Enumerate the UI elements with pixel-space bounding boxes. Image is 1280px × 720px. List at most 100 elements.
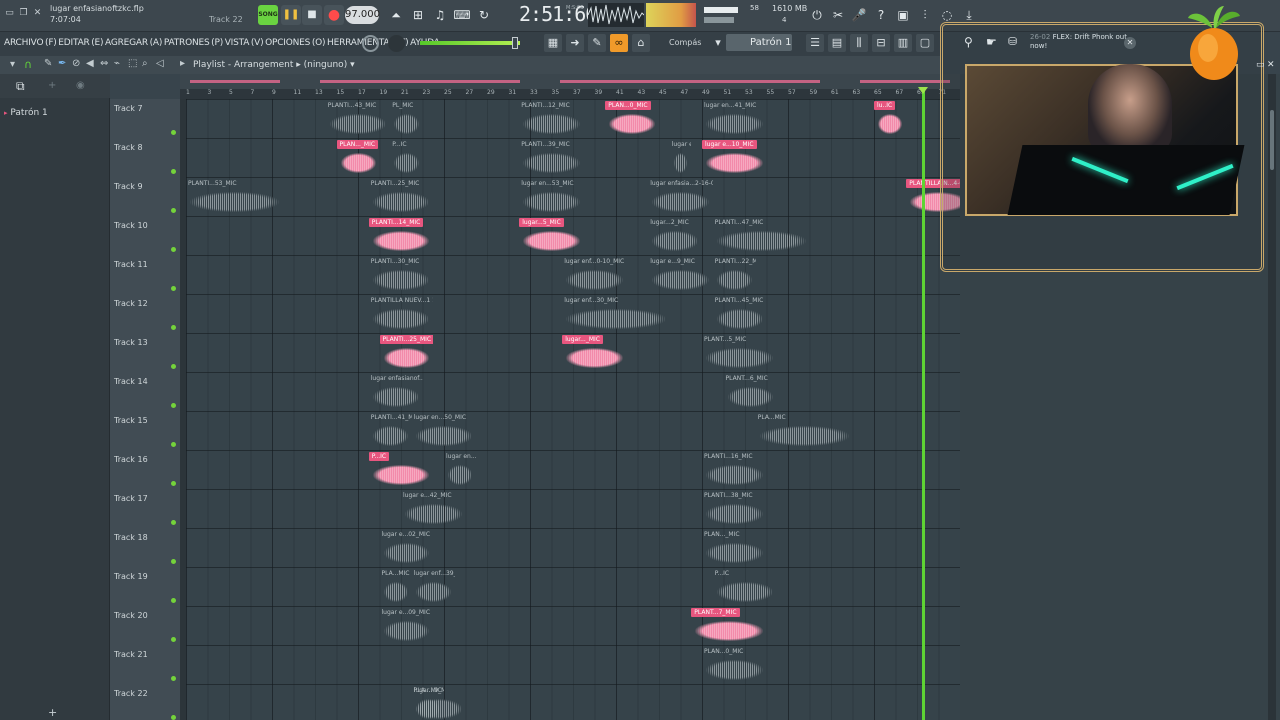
track-enable-led[interactable] (171, 559, 176, 564)
audio-clip[interactable]: PLAN...0_MIC (605, 101, 659, 137)
pencil-icon[interactable]: ✎ (588, 34, 606, 52)
menu-view[interactable]: VISTA (V) (225, 38, 264, 48)
plugin-icon[interactable]: ⊟ (872, 34, 890, 52)
track-enable-led[interactable] (171, 598, 176, 603)
microphone-icon[interactable]: 🎤 (850, 6, 868, 24)
audio-clip[interactable]: PLANTI...12_MIC (519, 101, 584, 137)
audio-clip[interactable]: lugar enf...2-13_MIC (670, 140, 691, 176)
record-icon[interactable]: ● (324, 5, 344, 25)
scrollbar-thumb[interactable] (1270, 110, 1274, 170)
power-icon[interactable]: ⏻ (808, 6, 826, 24)
track-name[interactable]: Track 17 (114, 494, 148, 503)
track-enable-led[interactable] (171, 364, 176, 369)
playlist-icon[interactable]: ☰ (806, 34, 824, 52)
track-name[interactable]: Track 22 (114, 689, 148, 698)
zoom-tool-icon[interactable]: ⌕ (142, 58, 148, 69)
arrow-right-icon[interactable]: ➜ (566, 34, 584, 52)
track-enable-led[interactable] (171, 637, 176, 642)
menu-file[interactable]: ARCHIVO (F) (4, 38, 57, 48)
arrangement-name[interactable]: (ninguno) (304, 60, 348, 70)
audio-clip[interactable]: lugar e...10_MIC (702, 140, 767, 176)
channel-rack-icon[interactable]: ▤ (828, 34, 846, 52)
playlist-maximize-icon[interactable]: ▭ (1256, 60, 1265, 70)
audio-clip[interactable]: lugar en...41_MIC (702, 101, 767, 137)
options-arrow-icon[interactable]: ▾ (10, 59, 15, 70)
playback-tool-icon[interactable]: ◁ (156, 58, 164, 69)
mixer-icon[interactable]: ⫶ (916, 6, 934, 24)
audio-clip[interactable]: PLANTI...25_MIC (379, 335, 434, 371)
audio-clip[interactable]: lugar e...42_MIC (401, 491, 466, 527)
paint-tool-icon[interactable]: ✒ (58, 58, 66, 69)
audio-clip[interactable]: P...IC (713, 569, 778, 605)
snap-select[interactable]: Compás (666, 35, 710, 51)
link-icon[interactable]: ∞ (610, 34, 628, 52)
track-enable-led[interactable] (171, 169, 176, 174)
audio-clip[interactable]: lugar e...02_MIC (380, 530, 434, 566)
audio-clip[interactable]: PLANTILLA NUEV...1 15-21-41_MIC (369, 296, 433, 332)
track-enable-led[interactable] (171, 442, 176, 447)
select-tool-icon[interactable]: ⬚ (128, 58, 137, 69)
audio-clip[interactable]: PL_MIC (390, 101, 422, 137)
audio-clip[interactable]: PLANTI...25_MIC (369, 179, 434, 215)
master-volume-knob[interactable] (388, 35, 405, 52)
draw-tool-icon[interactable]: ✎ (44, 58, 52, 69)
menu-options[interactable]: OPCIONES (O) (265, 38, 325, 48)
track-enable-led[interactable] (171, 676, 176, 681)
track-enable-led[interactable] (171, 403, 176, 408)
pattern-list-item[interactable]: ▸ Patrón 1 (4, 108, 108, 122)
menu-patterns[interactable]: PATRONES (P) (164, 38, 223, 48)
audio-clip[interactable]: lugar en...27_MIC (444, 452, 476, 488)
project-icon[interactable]: ▢ (916, 34, 934, 52)
track-name[interactable]: Track 11 (114, 260, 148, 269)
audio-clip[interactable]: PLANT...6_MIC (724, 374, 778, 410)
picker-pattern-icon[interactable]: + (48, 80, 56, 91)
menu-add[interactable]: AGREGAR (A) (105, 38, 162, 48)
mixer-view-icon[interactable]: ⫼ (850, 34, 868, 52)
audio-clip[interactable]: PLA...MIC (380, 569, 412, 605)
audio-clip[interactable]: lugar enf...30_MIC (562, 296, 670, 332)
audio-clip[interactable]: lugar en...53_MIC (519, 179, 584, 215)
audio-clip[interactable]: P...IC (368, 452, 434, 488)
master-volume-handle[interactable] (512, 37, 518, 49)
shop-icon[interactable]: ⛁ (1008, 35, 1017, 48)
browser-icon[interactable]: ▥ (894, 34, 912, 52)
audio-clip[interactable]: PLANTI...22_MIC (713, 257, 756, 293)
close-icon[interactable]: ✕ (32, 8, 43, 19)
loop-record-icon[interactable]: ↻ (475, 6, 493, 24)
minimize-icon[interactable]: ▭ (4, 8, 15, 19)
track-name[interactable]: Track 19 (114, 572, 148, 581)
track-name[interactable]: Track 14 (114, 377, 148, 386)
audio-clip[interactable]: lugar...2_MIC (648, 218, 702, 254)
track-name[interactable]: Track 10 (114, 221, 148, 230)
audio-clip[interactable]: lugar e...9_MIC (648, 257, 713, 293)
piano-roll-icon[interactable]: ▦ (544, 34, 562, 52)
track-name[interactable]: Track 12 (114, 299, 148, 308)
delete-tool-icon[interactable]: ⊘ (72, 58, 80, 69)
track-enable-led[interactable] (171, 481, 176, 486)
track-enable-led[interactable] (171, 247, 176, 252)
tempo-display[interactable]: 97.000 (345, 6, 380, 24)
track-enable-led[interactable] (171, 325, 176, 330)
track-enable-led[interactable] (171, 286, 176, 291)
tools-icon[interactable]: ✂ (829, 6, 847, 24)
track-name[interactable]: Track 20 (114, 611, 148, 620)
audio-clip[interactable]: PLAN...0_MIC (702, 647, 767, 683)
track-name[interactable]: Track 13 (114, 338, 148, 347)
audio-clip[interactable]: PLANTI...41_MIC (369, 413, 412, 449)
track-name[interactable]: Track 16 (114, 455, 148, 464)
audio-clip[interactable]: lugar e...09_MIC (380, 608, 434, 644)
audio-clip[interactable]: lugar..._MIC (562, 335, 627, 371)
picker-toggle-icon[interactable]: ⧉ (16, 79, 25, 94)
hint-icon[interactable]: ☛ (986, 35, 997, 49)
audio-clip[interactable]: PLANTI...14_MIC (368, 218, 434, 254)
pattern-selector[interactable]: Patrón 1 (726, 34, 792, 51)
track-name[interactable]: Track 18 (114, 533, 148, 542)
track-name[interactable]: Track 21 (114, 650, 148, 659)
chevron-down-icon[interactable]: ▾ (712, 34, 724, 52)
audio-clip[interactable]: lugar en...50_MIC (412, 413, 477, 449)
track-enable-led[interactable] (171, 520, 176, 525)
audio-clip[interactable]: lugar enf...0-10_MIC (562, 257, 627, 293)
playhead[interactable] (922, 89, 925, 720)
audio-clip[interactable]: P...IC (390, 140, 422, 176)
audio-clip[interactable]: PLA...MIC (756, 413, 853, 449)
